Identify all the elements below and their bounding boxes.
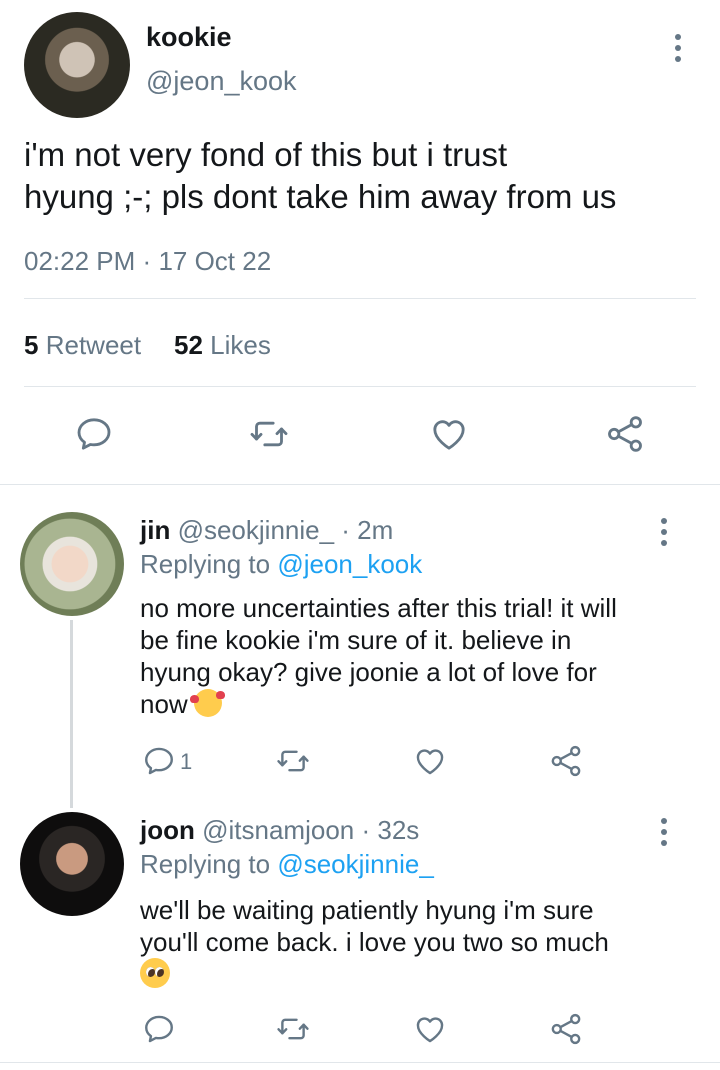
more-options-icon[interactable] (652, 518, 676, 546)
like-icon[interactable] (412, 1012, 448, 1046)
reply-emoji-row (140, 958, 170, 989)
retweet-stat[interactable]: 5 Retweet (24, 330, 141, 361)
reply-text-line: hyung okay? give joonie a lot of love fo… (140, 657, 597, 687)
divider (24, 298, 696, 299)
share-icon[interactable] (548, 1012, 584, 1046)
like-label: Likes (210, 330, 271, 360)
reply-text-line: be fine kookie i'm sure of it. believe i… (140, 625, 572, 655)
tweet-text: i'm not very fond of this but i trust hy… (24, 134, 616, 218)
retweet-icon[interactable] (274, 1012, 312, 1046)
replying-to: Replying to @seokjinnie_ (140, 849, 434, 880)
share-icon[interactable] (548, 744, 584, 778)
author-display-name[interactable]: kookie (146, 22, 232, 53)
like-icon[interactable] (428, 414, 470, 454)
replying-to-label: Replying to (140, 549, 271, 579)
reply-text-line-last: now (140, 688, 617, 720)
retweet-icon[interactable] (274, 744, 312, 778)
reply-header: joon @itsnamjoon · 32s (140, 815, 419, 846)
reply-header: jin @seokjinnie_ · 2m (140, 515, 393, 546)
more-options-icon[interactable] (652, 818, 676, 846)
tweet-text-line: i'm not very fond of this but i trust (24, 136, 508, 173)
tweet-text-line: hyung ;-; pls dont take him away from us (24, 178, 617, 215)
replying-to-handle[interactable]: @jeon_kook (277, 549, 422, 579)
reply-text-line: no more uncertainties after this trial! … (140, 593, 617, 623)
retweet-label: Retweet (45, 330, 142, 360)
avatar-joon[interactable] (20, 812, 124, 916)
like-count: 52 (174, 330, 203, 360)
smiling-face-with-hearts-icon (189, 689, 225, 717)
reply-display-name[interactable]: jin (140, 515, 170, 545)
reply-time: · 2m (341, 515, 394, 545)
author-handle[interactable]: @jeon_kook (146, 66, 297, 97)
retweet-count: 5 (24, 330, 39, 360)
avatar-kookie[interactable] (24, 12, 130, 118)
reply-icon[interactable] (142, 744, 176, 778)
divider (0, 1062, 720, 1063)
replying-to-handle[interactable]: @seokjinnie_ (277, 849, 433, 879)
reply-count: 1 (180, 749, 193, 774)
replying-to: Replying to @jeon_kook (140, 549, 422, 580)
reply-text-line: we'll be waiting patiently hyung i'm sur… (140, 895, 594, 925)
thread-connector (70, 620, 73, 808)
reply-text: we'll be waiting patiently hyung i'm sur… (140, 894, 609, 958)
reply-time: · 32s (361, 815, 420, 845)
retweet-icon[interactable] (248, 414, 290, 454)
pleading-face-icon (140, 958, 170, 988)
tweet-time: 02:22 PM (24, 246, 136, 276)
divider (24, 386, 696, 387)
timestamp-separator: · (142, 246, 152, 276)
reply-handle[interactable]: @itsnamjoon (202, 815, 354, 845)
reply-text-word: now (140, 689, 188, 719)
like-icon[interactable] (412, 744, 448, 778)
avatar-jin[interactable] (20, 512, 124, 616)
reply-text-line: you'll come back. i love you two so much (140, 927, 609, 957)
share-icon[interactable] (604, 414, 646, 454)
reply-handle[interactable]: @seokjinnie_ (178, 515, 334, 545)
likes-stat[interactable]: 52 Likes (174, 330, 271, 361)
divider (0, 484, 720, 485)
reply-display-name[interactable]: joon (140, 815, 195, 845)
more-options-icon[interactable] (666, 34, 690, 62)
reply-icon[interactable] (142, 1012, 176, 1046)
reply-icon[interactable] (74, 414, 114, 454)
tweet-date: 17 Oct 22 (158, 246, 272, 276)
tweet-timestamp[interactable]: 02:22 PM · 17 Oct 22 (24, 246, 271, 277)
replying-to-label: Replying to (140, 849, 271, 879)
reply-text: no more uncertainties after this trial! … (140, 592, 617, 720)
